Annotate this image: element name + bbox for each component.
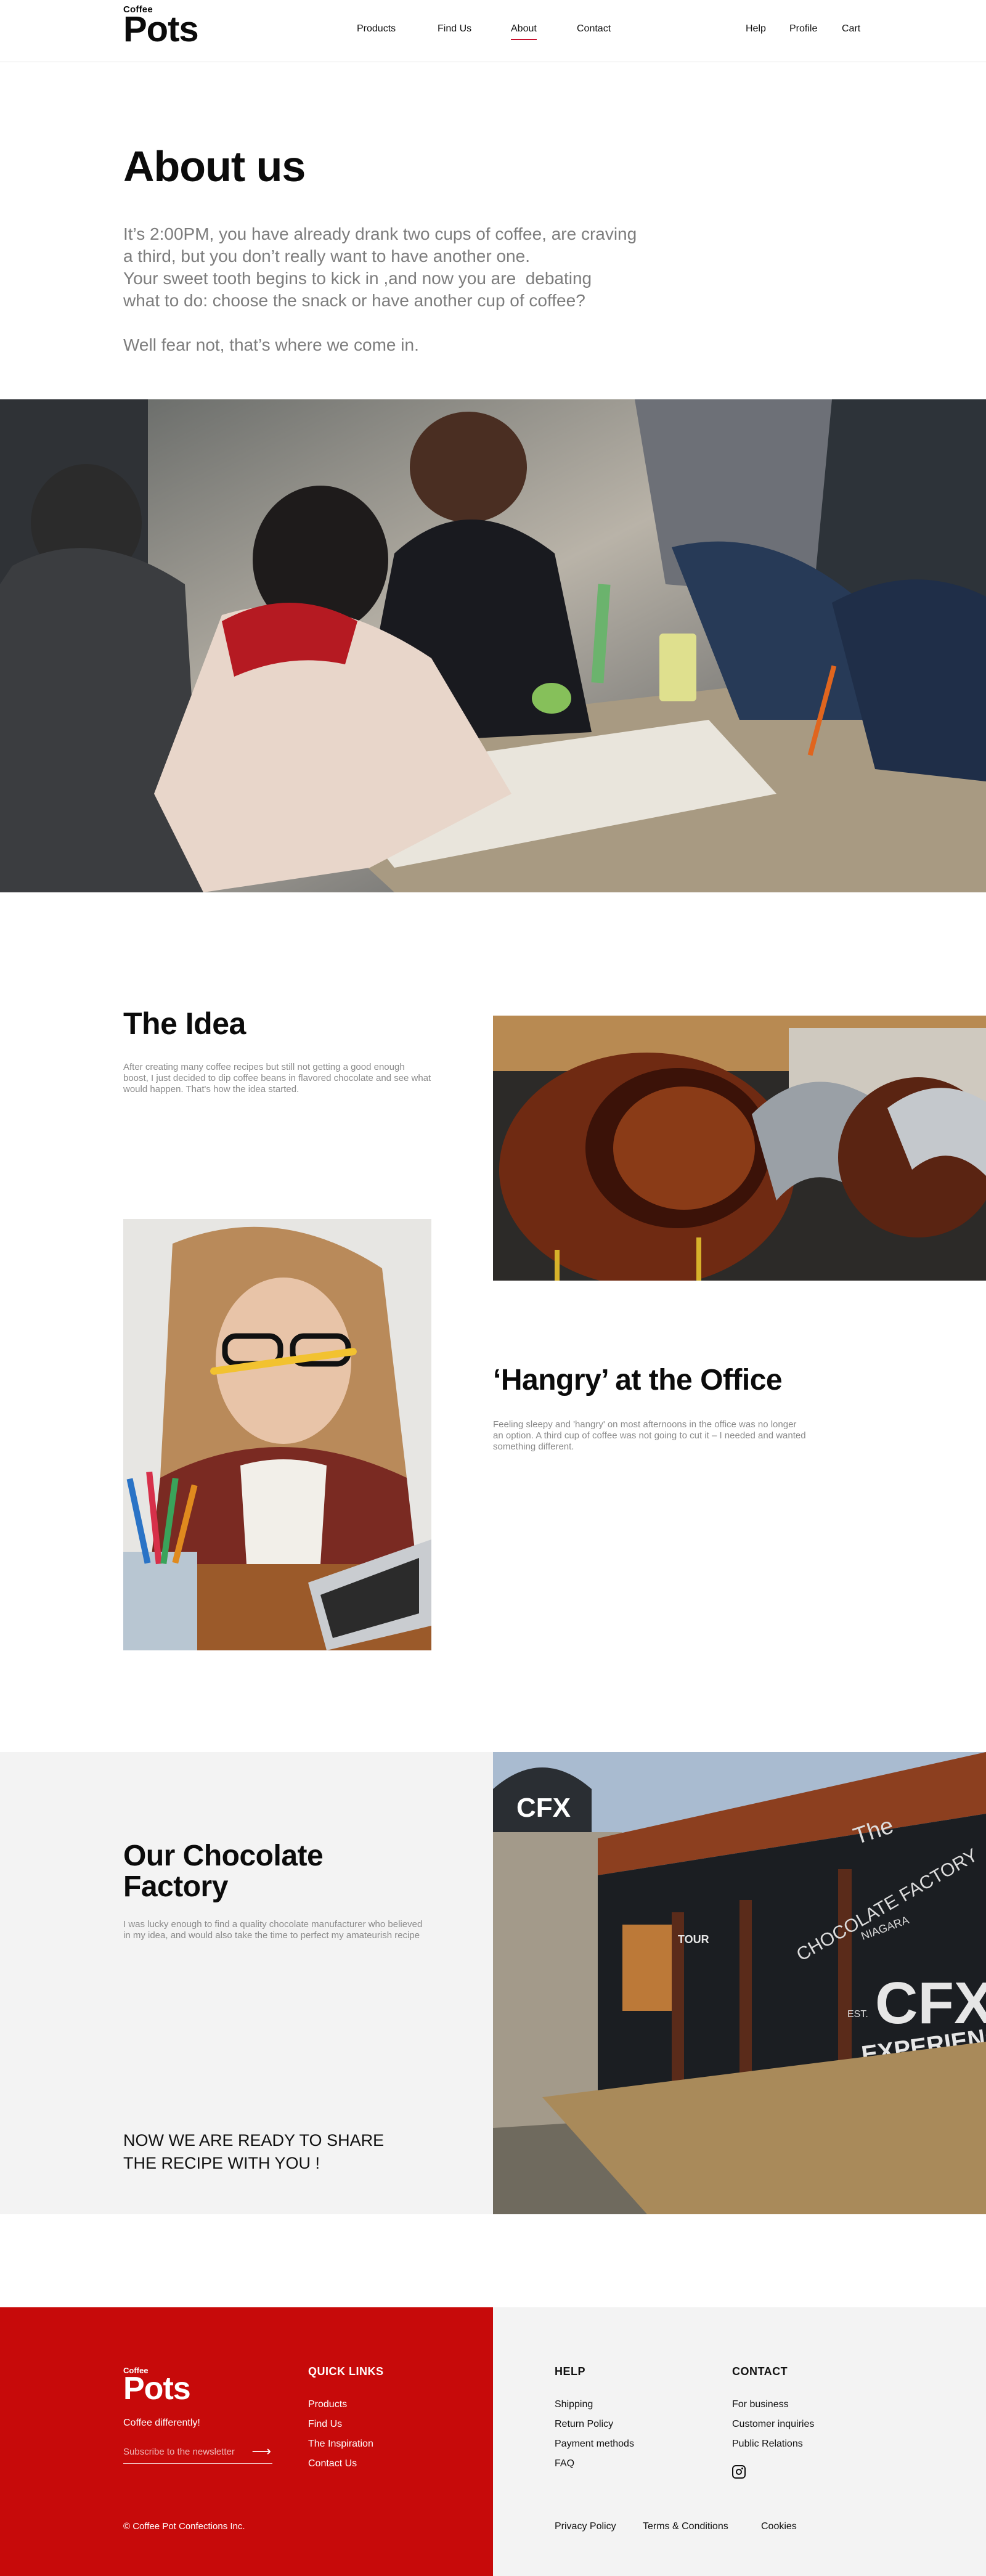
footer-link-public-relations[interactable]: Public Relations <box>732 2439 803 2450</box>
contact-title: CONTACT <box>732 2365 788 2378</box>
chocolate-factory-image: CFX TOUR The CHOCOLATE FACTORY NIAGARA C… <box>493 1752 986 2214</box>
footer-link-faq[interactable]: FAQ <box>555 2458 574 2469</box>
about-closing: Well fear not, that’s where we come in. <box>123 335 419 354</box>
idea-text: After creating many coffee recipes but s… <box>123 1062 431 1094</box>
ready-to-share: NOW WE ARE READY TO SHARE THE RECIPE WIT… <box>123 2131 385 2172</box>
footer-tagline: Coffee differently! <box>123 2418 200 2428</box>
site-header: Coffee Pots Products Find Us About Conta… <box>0 0 986 62</box>
nav-about[interactable]: About <box>511 23 537 40</box>
footer-link-cookies[interactable]: Cookies <box>761 2521 797 2532</box>
footer-link-products[interactable]: Products <box>308 2399 347 2410</box>
team-meeting-illustration <box>0 399 986 892</box>
about-line-3: Your sweet tooth begins to kick in ,and … <box>123 269 592 288</box>
newsletter-form: ⟶ <box>123 2444 272 2464</box>
nav-cart[interactable]: Cart <box>842 23 860 35</box>
active-nav-indicator <box>511 39 537 40</box>
chocolate-factory-illustration: CFX TOUR The CHOCOLATE FACTORY NIAGARA C… <box>493 1752 986 2214</box>
sign-badge: CFX <box>516 1793 571 1823</box>
footer-brand-panel <box>0 2307 493 2576</box>
roasting-drum-image <box>493 1016 986 1281</box>
nav-find-us[interactable]: Find Us <box>438 23 471 35</box>
quick-links-title: QUICK LINKS <box>308 2365 384 2378</box>
hangry-text: Feeling sleepy and 'hangry' on most afte… <box>493 1419 806 1452</box>
nav-about-label: About <box>511 23 537 34</box>
factory-title: Our Chocolate Factory <box>123 1840 324 1903</box>
about-line-2: a third, but you don’t really want to ha… <box>123 247 530 266</box>
about-intro: It’s 2:00PM, you have already drank two … <box>123 223 666 356</box>
footer-link-customer-inquiries[interactable]: Customer inquiries <box>732 2419 814 2430</box>
idea-title: The Idea <box>123 1006 246 1041</box>
about-line-1: It’s 2:00PM, you have already drank two … <box>123 224 637 243</box>
footer-logo[interactable]: Coffee Pots <box>123 2366 191 2407</box>
footer-link-return-policy[interactable]: Return Policy <box>555 2419 613 2430</box>
footer-link-find-us[interactable]: Find Us <box>308 2419 342 2430</box>
factory-text: I was lucky enough to find a quality cho… <box>123 1919 423 1941</box>
footer-link-terms[interactable]: Terms & Conditions <box>643 2521 728 2532</box>
footer-link-for-business[interactable]: For business <box>732 2399 789 2410</box>
team-meeting-image <box>0 399 986 892</box>
arrow-right-icon[interactable]: ⟶ <box>251 2444 271 2460</box>
sign-est: EST. <box>847 2009 868 2020</box>
instagram-icon[interactable] <box>732 2465 746 2479</box>
woman-biting-pencil-image <box>123 1219 431 1650</box>
woman-at-laptop-illustration <box>123 1219 431 1650</box>
about-title: About us <box>123 142 306 190</box>
about-line-4: what to do: choose the snack or have ano… <box>123 291 585 310</box>
footer-link-privacy-policy[interactable]: Privacy Policy <box>555 2521 616 2532</box>
help-title: HELP <box>555 2365 586 2378</box>
nav-help[interactable]: Help <box>746 23 766 35</box>
hangry-title: ‘Hangry’ at the Office <box>493 1364 783 1396</box>
footer-link-inspiration[interactable]: The Inspiration <box>308 2439 373 2450</box>
footer-link-contact-us[interactable]: Contact Us <box>308 2458 357 2469</box>
nav-products[interactable]: Products <box>357 23 396 35</box>
logo-big: Pots <box>123 9 199 49</box>
roasting-drum-illustration <box>493 1016 986 1281</box>
sign-door: TOUR <box>678 1933 709 1946</box>
footer-link-shipping[interactable]: Shipping <box>555 2399 593 2410</box>
logo[interactable]: Coffee Pots <box>123 5 199 49</box>
copyright: © Coffee Pot Confections Inc. <box>123 2521 245 2532</box>
newsletter-input[interactable] <box>123 2447 253 2457</box>
footer-logo-big: Pots <box>123 2371 191 2407</box>
nav-contact[interactable]: Contact <box>577 23 611 35</box>
footer-link-payment-methods[interactable]: Payment methods <box>555 2439 634 2450</box>
nav-profile[interactable]: Profile <box>789 23 817 35</box>
factory-title-line-2: Factory <box>123 1870 228 1903</box>
factory-title-line-1: Our Chocolate <box>123 1840 324 1872</box>
